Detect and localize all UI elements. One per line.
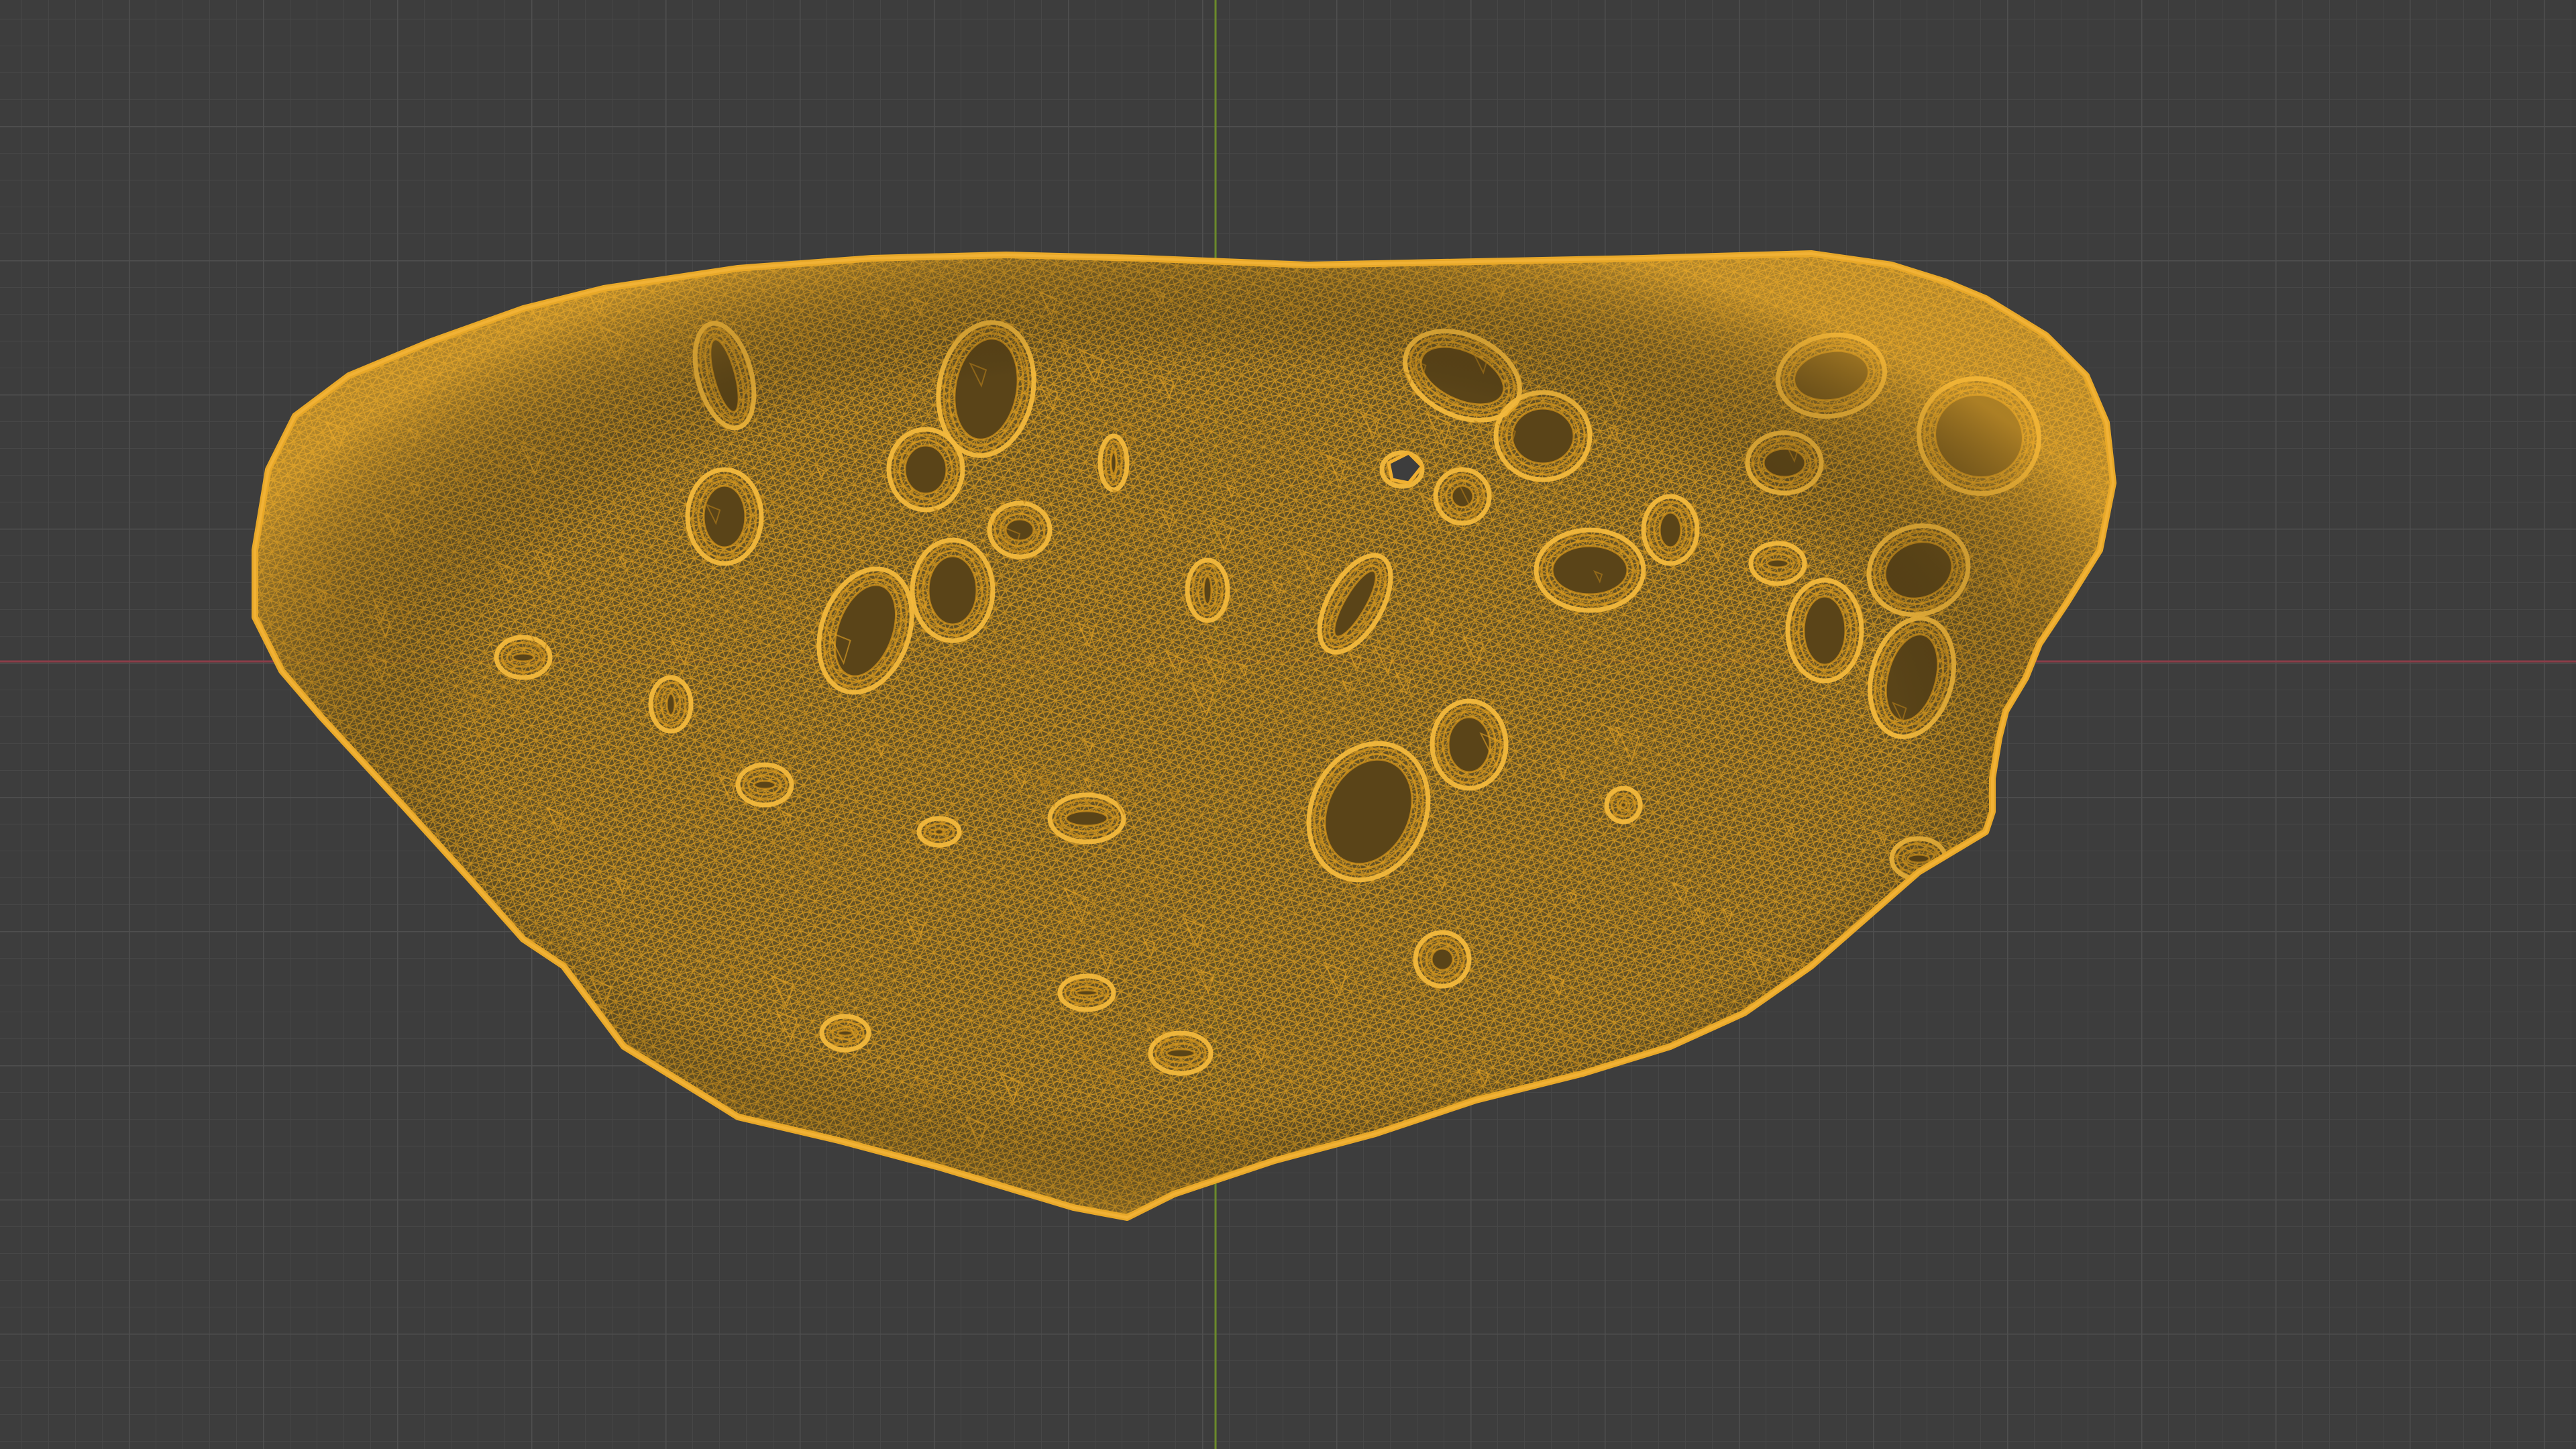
- viewport-canvas[interactable]: [0, 0, 2576, 1449]
- 3d-viewport[interactable]: [0, 0, 2576, 1449]
